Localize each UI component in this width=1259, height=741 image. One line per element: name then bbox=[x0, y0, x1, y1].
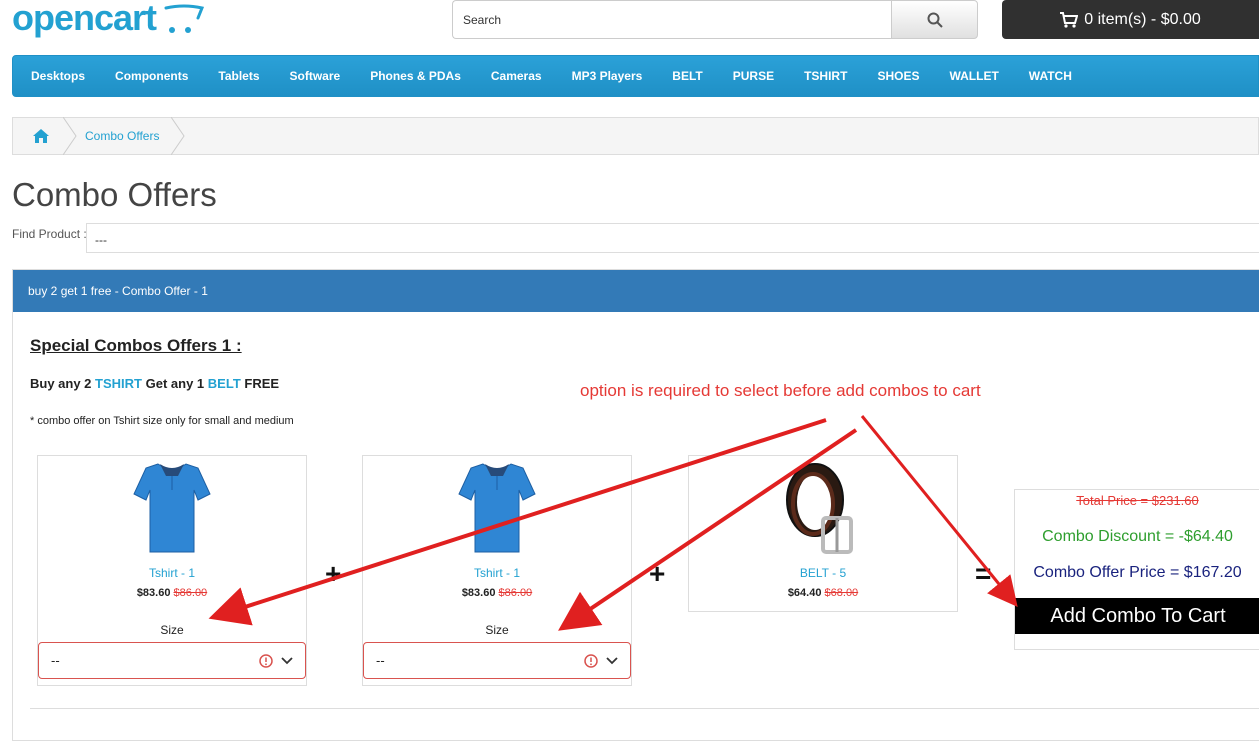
breadcrumb-home[interactable] bbox=[13, 118, 69, 154]
size-select[interactable]: -- bbox=[363, 642, 631, 679]
annotation-text: option is required to select before add … bbox=[580, 381, 981, 400]
menu-item-purse[interactable]: PURSE bbox=[733, 69, 774, 83]
search-button[interactable] bbox=[891, 0, 978, 39]
menu-item-wallet[interactable]: WALLET bbox=[949, 69, 998, 83]
panel-heading: buy 2 get 1 free - Combo Offer - 1 bbox=[13, 270, 1259, 312]
combo-title: Special Combos Offers 1 : bbox=[30, 336, 242, 355]
menu-item-watch[interactable]: WATCH bbox=[1029, 69, 1072, 83]
current-price: $83.60 bbox=[136, 587, 171, 599]
total-price: Total Price = $231.60 bbox=[1076, 493, 1199, 508]
current-price: $64.40 bbox=[787, 587, 822, 599]
menu-item-belt[interactable]: BELT bbox=[672, 69, 702, 83]
cart-total: 0 item(s) - $0.00 bbox=[1084, 10, 1201, 28]
tshirt-image[interactable] bbox=[363, 460, 631, 560]
old-price: $86.00 bbox=[173, 587, 208, 599]
chevron-down-icon bbox=[281, 656, 293, 664]
product-price: $83.60 $86.00 bbox=[38, 587, 306, 599]
logo-cart-icon bbox=[164, 4, 205, 33]
product-name[interactable]: BELT - 5 bbox=[689, 566, 957, 580]
menu-item-components[interactable]: Components bbox=[115, 69, 188, 83]
logo-text: opencart bbox=[12, 0, 157, 38]
combo-offer-price: Combo Offer Price = $167.20 bbox=[1033, 564, 1242, 581]
old-price: $86.00 bbox=[498, 587, 533, 599]
breadcrumb-separator bbox=[171, 117, 186, 155]
divider bbox=[30, 708, 1259, 709]
plus-operator: + bbox=[649, 558, 666, 589]
main-menu: Desktops Components Tablets Software Pho… bbox=[12, 55, 1259, 97]
tshirt-icon bbox=[458, 463, 536, 553]
breadcrumb-combo-offers[interactable]: Combo Offers bbox=[77, 129, 171, 143]
belt-image[interactable] bbox=[689, 460, 957, 560]
find-product-select[interactable]: --- bbox=[86, 223, 1259, 253]
combo-buy-text: Buy any 2 bbox=[30, 376, 92, 391]
error-icon bbox=[584, 653, 598, 668]
find-product-label: Find Product : bbox=[12, 227, 87, 241]
home-icon bbox=[33, 129, 49, 143]
menu-item-phones[interactable]: Phones & PDAs bbox=[370, 69, 461, 83]
size-select[interactable]: -- bbox=[38, 642, 306, 679]
menu-item-software[interactable]: Software bbox=[290, 69, 341, 83]
opencart-logo[interactable]: opencart bbox=[12, 0, 206, 40]
combo-product-2: Tshirt - 1 $83.60 $86.00 Size -- bbox=[362, 455, 632, 686]
combo-product-3: BELT - 5 $64.40 $68.00 bbox=[688, 455, 958, 612]
menu-item-tablets[interactable]: Tablets bbox=[218, 69, 259, 83]
product-price: $64.40 $68.00 bbox=[689, 587, 957, 599]
size-select-value: -- bbox=[376, 653, 385, 668]
combo-summary: Total Price = $231.60 Combo Discount = -… bbox=[1014, 489, 1259, 650]
combo-free-text: FREE bbox=[244, 376, 280, 391]
menu-item-tshirt[interactable]: TSHIRT bbox=[804, 69, 847, 83]
combo-description: Buy any 2 TSHIRT Get any 1 BELT FREE bbox=[30, 376, 279, 391]
error-icon bbox=[259, 653, 273, 668]
search-input[interactable] bbox=[452, 0, 891, 39]
combo-get-text: Get any 1 bbox=[145, 376, 205, 391]
current-price: $83.60 bbox=[461, 587, 496, 599]
cart-button[interactable]: 0 item(s) - $0.00 bbox=[1002, 0, 1259, 39]
size-select-value: -- bbox=[51, 653, 60, 668]
equals-operator: = bbox=[975, 558, 992, 589]
menu-item-mp3[interactable]: MP3 Players bbox=[572, 69, 643, 83]
combo-item-tshirt: TSHIRT bbox=[95, 376, 142, 391]
add-combo-to-cart-button[interactable]: Add Combo To Cart bbox=[1015, 598, 1259, 634]
size-label: Size bbox=[485, 623, 509, 637]
combo-note: * combo offer on Tshirt size only for sm… bbox=[30, 415, 294, 427]
combo-item-belt: BELT bbox=[207, 376, 241, 391]
search-bar bbox=[452, 0, 978, 39]
belt-icon bbox=[786, 463, 853, 554]
chevron-down-icon bbox=[606, 656, 618, 664]
page-title: Combo Offers bbox=[12, 176, 217, 213]
menu-item-shoes[interactable]: SHOES bbox=[877, 69, 919, 83]
breadcrumb: Combo Offers bbox=[12, 117, 1259, 155]
combo-product-1: Tshirt - 1 $83.60 $86.00 Size -- bbox=[37, 455, 307, 686]
size-label: Size bbox=[160, 623, 184, 637]
menu-item-cameras[interactable]: Cameras bbox=[491, 69, 542, 83]
combo-panel: buy 2 get 1 free - Combo Offer - 1 Speci… bbox=[12, 269, 1259, 741]
combo-discount: Combo Discount = -$64.40 bbox=[1042, 528, 1233, 545]
plus-operator: + bbox=[325, 558, 342, 589]
old-price: $68.00 bbox=[824, 587, 859, 599]
tshirt-image[interactable] bbox=[38, 460, 306, 560]
tshirt-icon bbox=[133, 463, 211, 553]
product-name[interactable]: Tshirt - 1 bbox=[363, 566, 631, 580]
search-icon bbox=[927, 12, 943, 28]
shopping-cart-icon bbox=[1060, 11, 1079, 28]
product-name[interactable]: Tshirt - 1 bbox=[38, 566, 306, 580]
product-price: $83.60 $86.00 bbox=[363, 587, 631, 599]
menu-item-desktops[interactable]: Desktops bbox=[31, 69, 85, 83]
